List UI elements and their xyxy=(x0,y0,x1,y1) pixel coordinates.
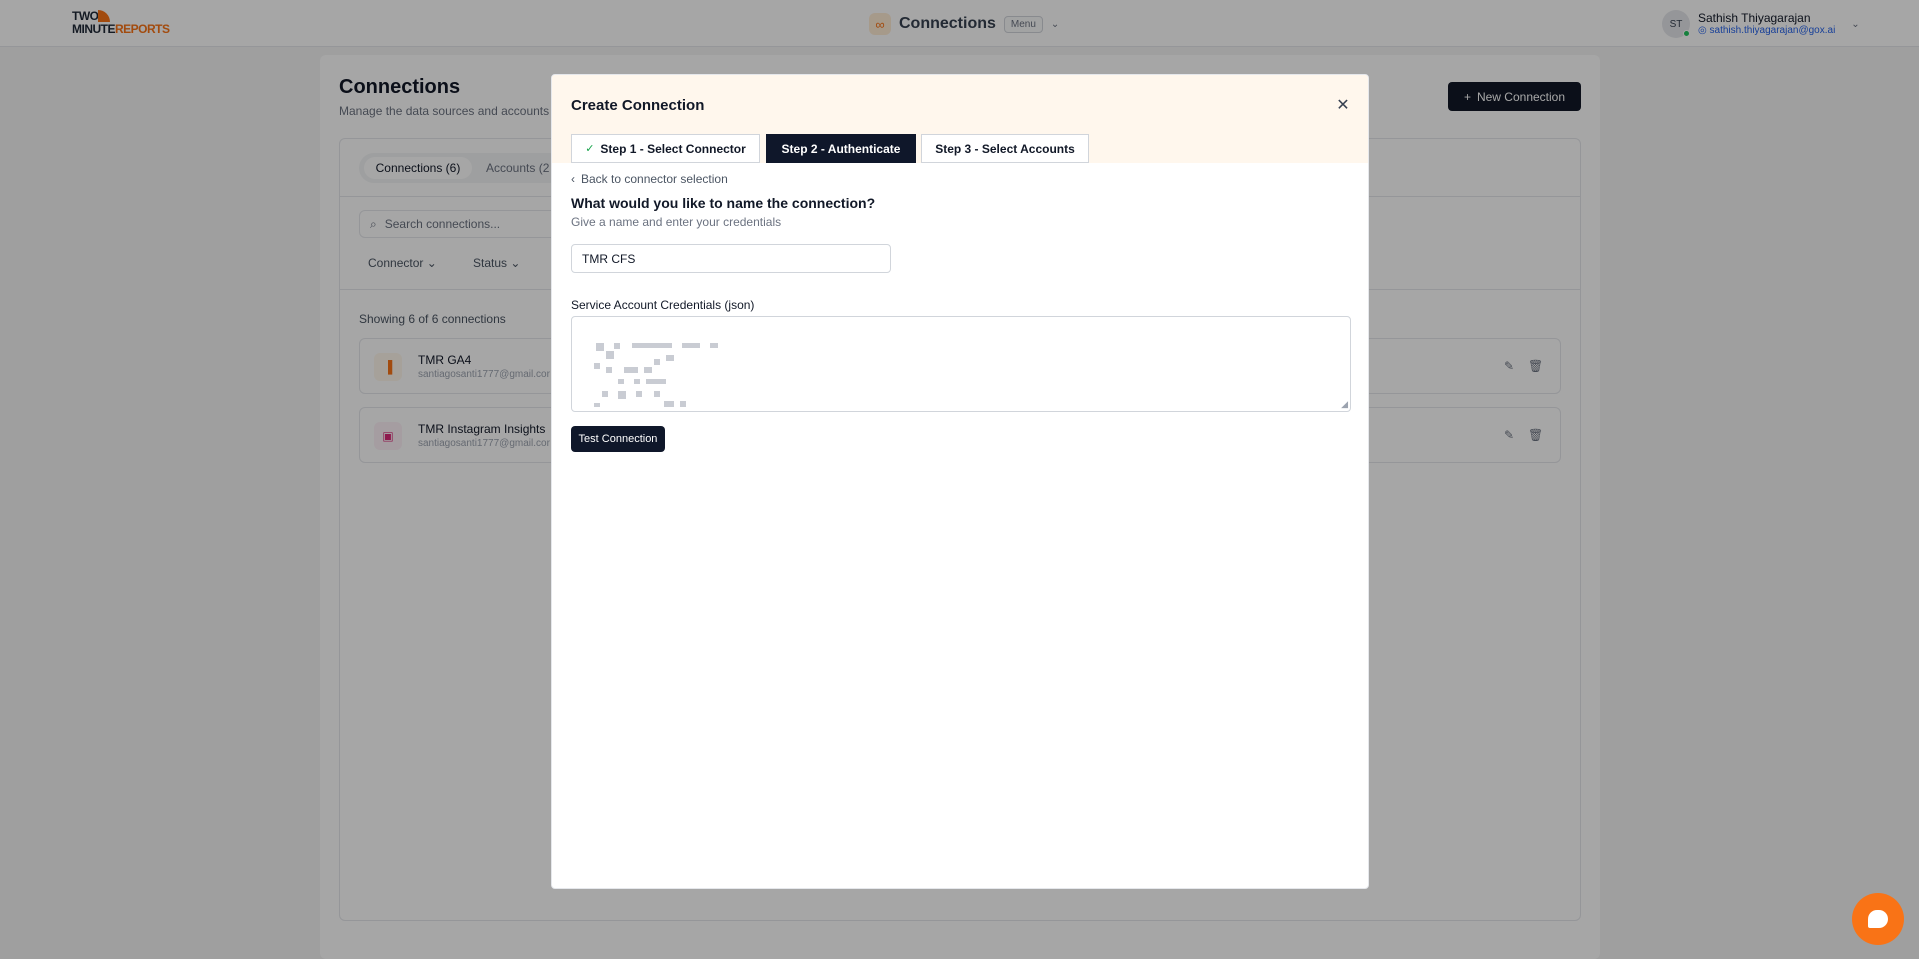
resize-handle-icon[interactable]: ◢ xyxy=(1341,400,1348,409)
back-label: Back to connector selection xyxy=(581,172,728,186)
close-icon[interactable]: ✕ xyxy=(1333,95,1353,115)
name-question: What would you like to name the connecti… xyxy=(571,195,876,211)
step-2-tab[interactable]: Step 2 - Authenticate xyxy=(766,134,916,163)
back-link[interactable]: ‹ Back to connector selection xyxy=(571,172,728,186)
connection-name-input[interactable] xyxy=(571,244,891,273)
name-hint: Give a name and enter your credentials xyxy=(571,215,782,229)
step-3-label: Step 3 - Select Accounts xyxy=(935,141,1075,156)
redacted-credentials xyxy=(584,329,734,407)
chevron-left-icon: ‹ xyxy=(571,172,575,186)
modal-title: Create Connection xyxy=(571,97,705,114)
chat-bubble-icon xyxy=(1868,910,1888,928)
step-2-label: Step 2 - Authenticate xyxy=(781,141,901,156)
step-1-tab[interactable]: ✓ Step 1 - Select Connector xyxy=(571,134,760,163)
credentials-label: Service Account Credentials (json) xyxy=(571,298,755,312)
create-connection-modal: Create Connection ✕ ✓ Step 1 - Select Co… xyxy=(551,74,1369,889)
step-1-label: Step 1 - Select Connector xyxy=(600,141,746,156)
step-3-tab[interactable]: Step 3 - Select Accounts xyxy=(921,134,1089,163)
check-icon: ✓ xyxy=(585,143,595,155)
credentials-textarea[interactable]: ◢ xyxy=(571,316,1351,412)
chat-launcher[interactable] xyxy=(1852,893,1904,945)
test-connection-button[interactable]: Test Connection xyxy=(571,426,665,452)
